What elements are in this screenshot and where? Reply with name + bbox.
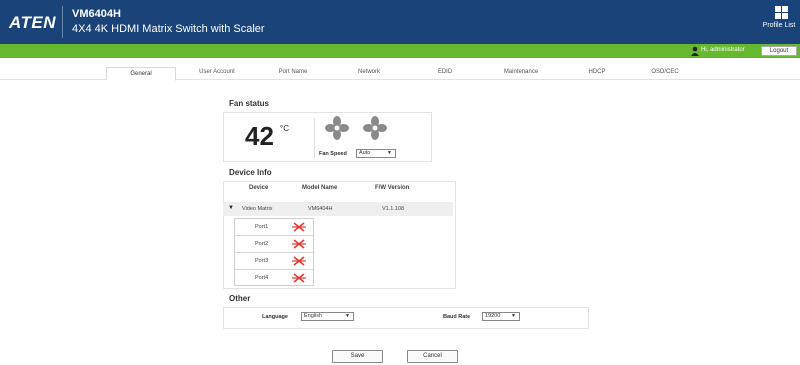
port-label: Port4: [255, 275, 269, 281]
language-value: English: [304, 313, 323, 319]
user-icon: [691, 46, 699, 56]
tab-network[interactable]: Network: [334, 66, 404, 80]
port-row: Port2: [235, 236, 313, 253]
tab-user-account[interactable]: User Account: [182, 66, 252, 80]
port-row: Port1: [235, 219, 313, 236]
column-header-model-name: Model Name: [302, 185, 338, 191]
product-subtitle: 4X4 4K HDMI Matrix Switch with Scaler: [72, 23, 265, 35]
save-button[interactable]: Save: [332, 350, 383, 363]
port-label: Port2: [255, 241, 269, 247]
port-list: Port1 Port2 Port3 Port4: [234, 218, 314, 286]
temperature-value: 42: [245, 121, 274, 151]
profile-list-button[interactable]: Profile List: [763, 6, 798, 29]
device-name: Video Matrix: [242, 206, 273, 212]
header-divider: [62, 6, 63, 38]
chevron-down-icon: ▼: [387, 150, 392, 156]
fan-speed-value: Auto: [359, 150, 371, 156]
device-info-title: Device Info: [229, 168, 272, 177]
other-title: Other: [229, 294, 251, 303]
fan-speed-label: Fan Speed: [319, 151, 347, 157]
tab-port-name[interactable]: Port Name: [258, 66, 328, 80]
port-label: Port3: [255, 258, 269, 264]
disconnected-icon: [292, 273, 306, 283]
grid-icon: [774, 6, 788, 19]
tab-osd-cec[interactable]: OSD/CEC: [630, 66, 700, 80]
top-header: ATEN VM6404H 4X4 4K HDMI Matrix Switch w…: [0, 0, 800, 44]
disconnected-icon: [292, 256, 306, 266]
tab-hdcp[interactable]: HDCP: [562, 66, 632, 80]
baud-rate-value: 19200: [485, 313, 501, 319]
tab-general[interactable]: General: [106, 67, 176, 81]
language-label: Language: [262, 314, 288, 320]
tab-bar: General User Account Port Name Network E…: [0, 62, 800, 81]
port-label: Port1: [255, 224, 269, 230]
logout-button[interactable]: Logout: [761, 46, 797, 56]
fan-icon: [363, 116, 387, 140]
disconnected-icon: [292, 239, 306, 249]
model-name: VM6404H: [72, 8, 121, 20]
fan-icon: [325, 116, 349, 140]
port-row: Port4: [235, 270, 313, 287]
fan-speed-select[interactable]: Auto ▼: [356, 149, 396, 158]
column-header-fw-version: F/W Version: [375, 185, 410, 191]
cancel-button[interactable]: Cancel: [407, 350, 458, 363]
device-model: VM6404H: [308, 206, 333, 212]
user-bar: [0, 44, 800, 58]
baud-rate-label: Baud Rate: [443, 314, 471, 320]
chevron-down-icon: ▼: [511, 313, 516, 319]
baud-rate-select[interactable]: 19200 ▼: [482, 312, 520, 321]
fan-status-title: Fan status: [229, 99, 270, 108]
fan-divider: [314, 118, 315, 158]
disconnected-icon: [292, 222, 306, 232]
user-greeting: Hi, administrator: [701, 47, 745, 53]
chevron-down-icon: ▼: [345, 313, 350, 319]
aten-logo: ATEN: [9, 13, 57, 32]
port-row: Port3: [235, 253, 313, 270]
tab-maintenance[interactable]: Maintenance: [486, 66, 556, 80]
profile-list-label: Profile List: [762, 22, 796, 29]
temperature-unit: °C: [280, 124, 289, 133]
expand-caret-icon[interactable]: ▼: [228, 205, 234, 211]
column-header-device: Device: [249, 185, 269, 191]
tab-edid[interactable]: EDID: [410, 66, 480, 80]
language-select[interactable]: English ▼: [301, 312, 354, 321]
device-firmware: V1.1.108: [382, 206, 405, 212]
